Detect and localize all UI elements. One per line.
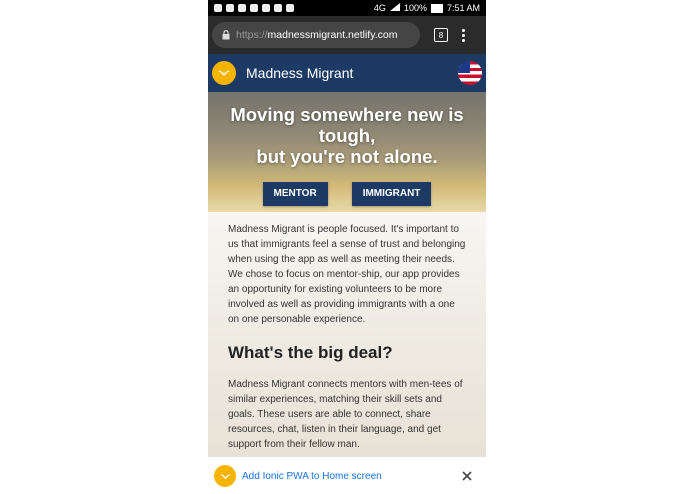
- network-label: 4G: [373, 3, 386, 13]
- battery-icon: [430, 3, 443, 13]
- notification-icon: [214, 4, 222, 12]
- hero-title-line: Moving somewhere new is tough,: [230, 104, 464, 146]
- section-title: What's the big deal?: [228, 343, 393, 362]
- brand-title: Madness Migrant: [246, 65, 354, 81]
- notification-icon: [262, 4, 270, 12]
- notification-icon: [226, 4, 234, 12]
- phone-screen: 4G 100% 7:51 AM https:// madnessmigrant.…: [208, 0, 486, 494]
- system-indicators: 4G 100% 7:51 AM: [374, 3, 486, 13]
- logo-icon[interactable]: [212, 61, 236, 85]
- notification-icon: [274, 4, 282, 12]
- battery-percent: 100%: [403, 3, 427, 13]
- signal-icon: [389, 3, 400, 13]
- logo-icon: [214, 465, 236, 487]
- flag-icon[interactable]: [458, 61, 482, 85]
- hero-buttons: MENTOR IMMIGRANT: [208, 182, 486, 206]
- lock-icon: [222, 30, 230, 40]
- main-content: Madness Migrant is people focused. It's …: [208, 212, 486, 456]
- hero-section: Moving somewhere new is tough, but you'r…: [208, 92, 486, 212]
- notification-icon: [238, 4, 246, 12]
- app-header: Madness Migrant: [208, 54, 486, 92]
- mentor-button[interactable]: MENTOR: [262, 182, 328, 206]
- immigrant-button[interactable]: IMMIGRANT: [351, 182, 432, 206]
- hero-title: Moving somewhere new is tough, but you'r…: [208, 104, 486, 167]
- notification-icons: [208, 4, 294, 12]
- url-field[interactable]: https:// madnessmigrant.netlify.com: [212, 22, 420, 48]
- url-host: madnessmigrant.netlify.com: [267, 29, 398, 41]
- hero-title-line: but you're not alone.: [256, 146, 438, 167]
- close-icon[interactable]: [462, 471, 472, 481]
- url-scheme: https://: [236, 29, 268, 41]
- menu-icon[interactable]: [462, 28, 465, 42]
- status-bar: 4G 100% 7:51 AM: [208, 0, 486, 16]
- install-banner[interactable]: Add Ionic PWA to Home screen: [208, 456, 486, 494]
- browser-toolbar: https:// madnessmigrant.netlify.com 8: [208, 16, 486, 54]
- clock: 7:51 AM: [446, 3, 480, 13]
- section-paragraph: Madness Migrant connects mentors with me…: [228, 379, 463, 450]
- notification-icon: [250, 4, 258, 12]
- tabs-icon[interactable]: 8: [434, 28, 448, 42]
- install-banner-text[interactable]: Add Ionic PWA to Home screen: [242, 471, 382, 482]
- notification-icon: [286, 4, 294, 12]
- intro-paragraph: Madness Migrant is people focused. It's …: [228, 224, 466, 325]
